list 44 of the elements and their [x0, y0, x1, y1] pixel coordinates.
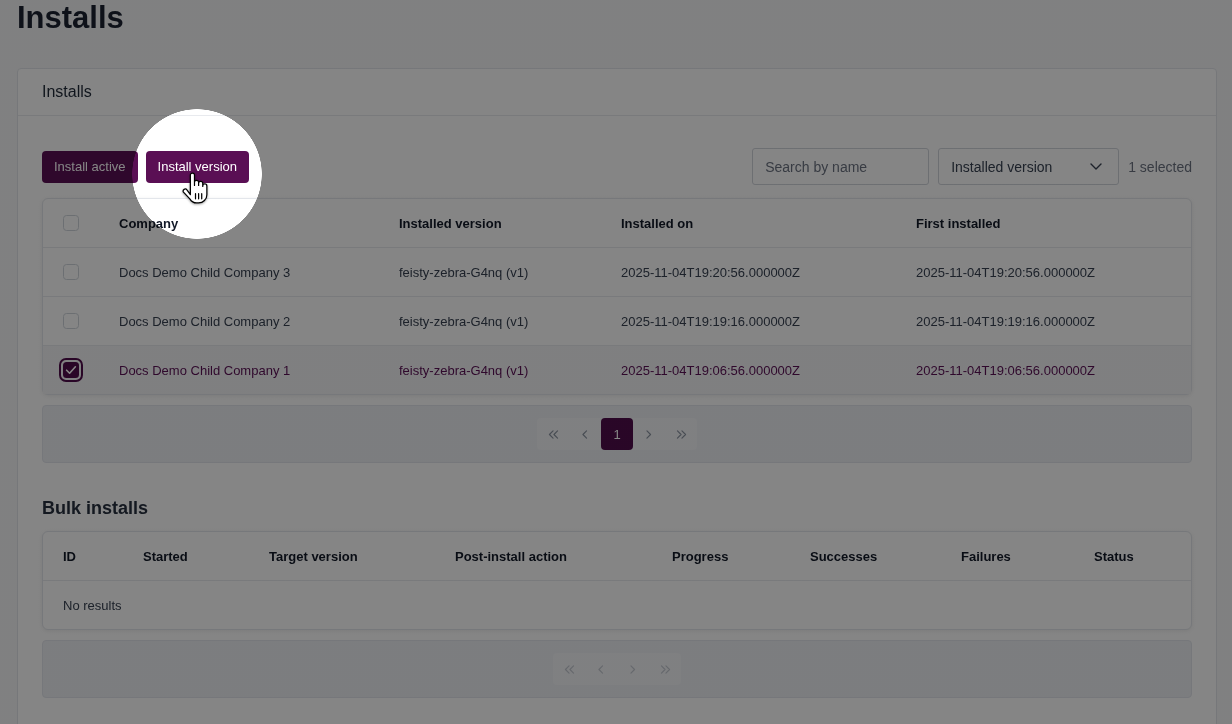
chevron-left-icon: [598, 664, 604, 674]
column-header: Post-install action: [455, 548, 567, 564]
column-header: First installed: [916, 215, 1001, 231]
column-header: Installed on: [621, 215, 694, 231]
column-header: Successes: [810, 548, 878, 564]
table-cell: Docs Demo Child Company 1: [119, 362, 291, 378]
column-header: Installed version: [399, 215, 502, 231]
search-field[interactable]: Search by name: [752, 148, 930, 185]
page-title: Installs: [17, 0, 124, 36]
column-header: Failures: [961, 548, 1011, 564]
table-cell: Docs Demo Child Company 3: [119, 264, 291, 280]
column-header: Progress: [672, 548, 729, 564]
double-chevron-left-icon: [547, 429, 559, 439]
select-all-checkbox[interactable]: [63, 215, 79, 231]
double-chevron-right-icon: [659, 664, 671, 674]
chevron-left-icon: [582, 429, 588, 439]
install-button[interactable]: Install version: [145, 150, 250, 183]
install-button[interactable]: Install active: [42, 150, 138, 183]
table-cell: feisty-zebra-G4nq (v1): [399, 362, 529, 378]
version-filter-select[interactable]: Installed version: [938, 148, 1120, 185]
page-number-button[interactable]: 1: [601, 418, 633, 450]
card-title: Installs: [42, 83, 92, 101]
table-cell: feisty-zebra-G4nq (v1): [399, 264, 529, 280]
double-chevron-right-icon: [675, 429, 687, 439]
table-cell: 2025-11-04T19:19:16.000000Z: [916, 313, 1095, 329]
row-checkbox[interactable]: [59, 358, 83, 382]
column-header: Target version: [269, 548, 358, 564]
table-cell: feisty-zebra-G4nq (v1): [399, 313, 529, 329]
column-header: ID: [63, 548, 76, 564]
table-cell: 2025-11-04T19:06:56.000000Z: [621, 362, 800, 378]
chevron-right-icon: [630, 664, 636, 674]
section-title: Bulk installs: [42, 497, 149, 520]
column-header: Status: [1094, 548, 1134, 564]
column-header: Started: [143, 548, 188, 564]
chevron-right-icon: [646, 429, 652, 439]
table-cell: 2025-11-04T19:19:16.000000Z: [621, 313, 800, 329]
empty-message: No results: [63, 597, 123, 613]
table-cell: 2025-11-04T19:20:56.000000Z: [621, 264, 800, 280]
table-cell: 2025-11-04T19:06:56.000000Z: [916, 362, 1095, 378]
chevron-down-icon: [1090, 163, 1103, 170]
table-cell: Docs Demo Child Company 2: [119, 313, 291, 329]
selection-count: 1 selected: [1128, 158, 1192, 175]
table-cell: 2025-11-04T19:20:56.000000Z: [916, 264, 1095, 280]
double-chevron-left-icon: [563, 664, 575, 674]
